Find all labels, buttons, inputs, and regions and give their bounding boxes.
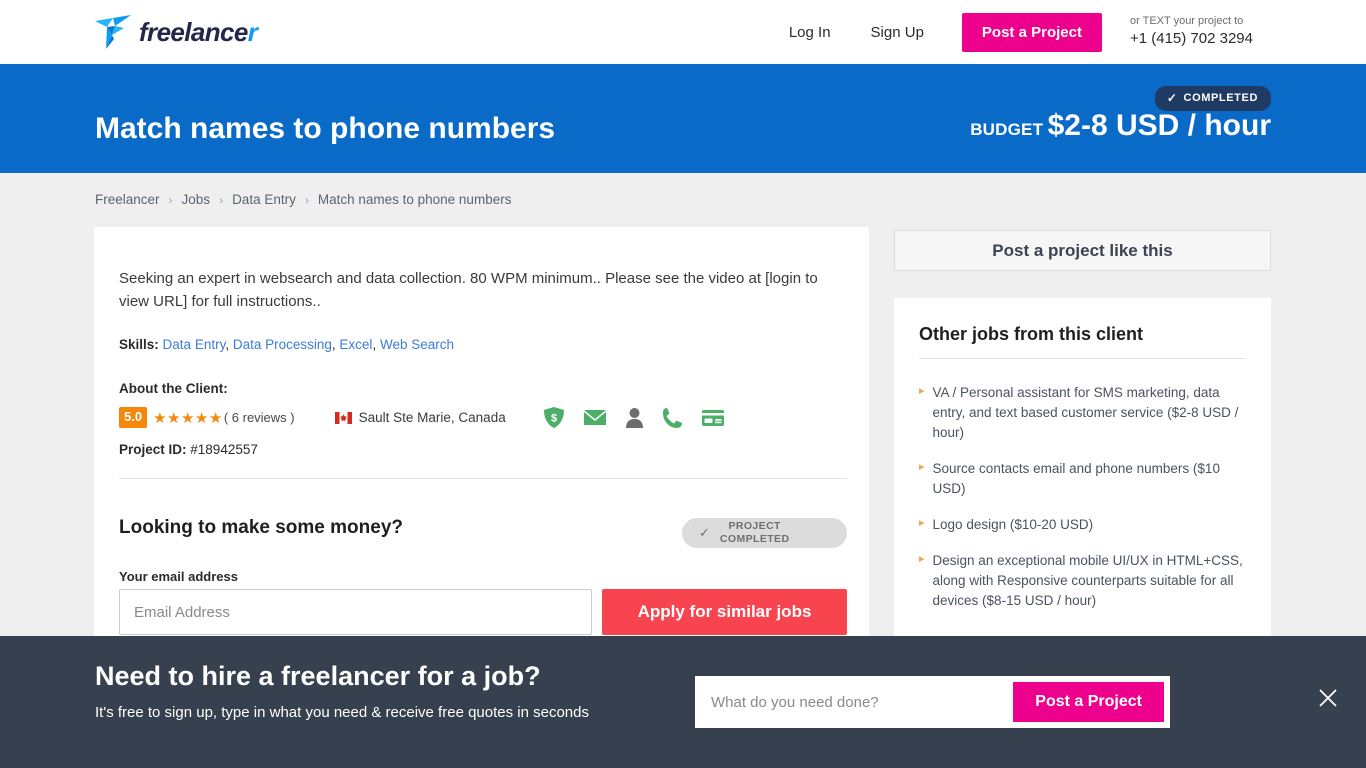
project-completed-label: PROJECT COMPLETED <box>720 520 790 545</box>
close-banner-button[interactable] <box>1313 683 1343 713</box>
list-item[interactable]: ▸ Source contacts email and phone number… <box>919 459 1249 499</box>
apply-for-similar-jobs-button[interactable]: Apply for similar jobs <box>602 589 847 635</box>
banner-post-a-project-button[interactable]: Post a Project <box>1013 682 1164 722</box>
project-details-card: Seeking an expert in websearch and data … <box>94 227 869 637</box>
client-location-label: Sault Ste Marie, Canada <box>358 410 506 425</box>
project-hero-banner: ✓ COMPLETED Match names to phone numbers… <box>0 64 1366 173</box>
about-client-label: About the Client: <box>119 381 228 396</box>
other-job-link[interactable]: Source contacts email and phone numbers … <box>933 459 1249 499</box>
other-jobs-title: Other jobs from this client <box>919 324 1144 344</box>
section-divider <box>119 478 847 479</box>
skills-row: Skills: Data Entry, Data Processing, Exc… <box>119 337 454 352</box>
page-root: freelancer Log In Sign Up Post a Project… <box>0 0 1366 768</box>
post-project-like-this-label: Post a project like this <box>992 240 1173 260</box>
other-jobs-card: Other jobs from this client ▸ VA / Perso… <box>894 298 1271 637</box>
budget-label: BUDGET <box>970 120 1044 139</box>
site-header: freelancer Log In Sign Up Post a Project… <box>0 0 1366 64</box>
bullet-arrow-icon: ▸ <box>919 460 925 473</box>
breadcrumb-item-data-entry[interactable]: Data Entry <box>232 192 296 207</box>
breadcrumb-item-jobs[interactable]: Jobs <box>182 192 211 207</box>
check-icon: ✓ <box>1166 91 1178 105</box>
chevron-right-icon: › <box>168 192 173 207</box>
payment-method-verified-icon <box>701 409 724 426</box>
bullet-arrow-icon: ▸ <box>919 552 925 565</box>
list-item[interactable]: ▸ Design an exceptional mobile UI/UX in … <box>919 551 1249 611</box>
freelancer-bird-icon <box>95 15 131 49</box>
banner-title: Need to hire a freelancer for a job? <box>95 661 541 691</box>
chevron-right-icon: › <box>304 192 309 207</box>
project-description: Seeking an expert in websearch and data … <box>119 270 818 311</box>
payment-verified-shield-icon: $ <box>543 407 564 428</box>
list-item[interactable]: ▸ VA / Personal assistant for SMS market… <box>919 383 1249 443</box>
star-rating-icon: ★★★★★ <box>153 409 223 427</box>
check-icon: ✓ <box>699 525 710 540</box>
text-project-hint: or TEXT your project to <box>1129 15 1244 28</box>
client-verification-icons: $ <box>543 407 724 428</box>
text-project-info: or TEXT your project to +1 (415) 702 329… <box>1130 14 1253 49</box>
hire-freelancer-banner: Need to hire a freelancer for a job? It'… <box>0 636 1366 768</box>
banner-subtitle: It's free to sign up, type in what you n… <box>95 704 589 721</box>
breadcrumb-item-freelancer[interactable]: Freelancer <box>95 192 160 207</box>
text-project-phone[interactable]: +1 (415) 702 3294 <box>1130 29 1253 49</box>
email-field-label: Your email address <box>119 569 238 584</box>
sidebar-divider <box>919 358 1246 359</box>
login-link[interactable]: Log In <box>789 24 831 41</box>
other-job-link[interactable]: VA / Personal assistant for SMS marketin… <box>933 383 1249 443</box>
svg-text:$: $ <box>551 413 557 425</box>
signup-link[interactable]: Sign Up <box>871 24 924 41</box>
budget-amount: $2-8 USD / hour <box>1047 109 1271 142</box>
close-icon <box>1319 689 1337 707</box>
status-badge-label: COMPLETED <box>1183 92 1258 104</box>
skill-tag-data-entry[interactable]: Data Entry <box>163 337 226 352</box>
bullet-arrow-icon: ▸ <box>919 516 925 529</box>
project-id-row: Project ID: #18942557 <box>119 442 258 457</box>
project-id-value: #18942557 <box>190 442 258 457</box>
skill-tag-web-search[interactable]: Web Search <box>380 337 454 352</box>
identity-unverified-person-icon <box>625 407 643 428</box>
banner-search-input[interactable] <box>701 682 1014 722</box>
banner-post-form: Post a Project <box>695 676 1170 728</box>
project-completed-pill: ✓ PROJECT COMPLETED <box>682 518 847 548</box>
other-jobs-list: ▸ VA / Personal assistant for SMS market… <box>919 383 1249 627</box>
apply-section-heading: Looking to make some money? <box>119 517 403 538</box>
post-a-project-button[interactable]: Post a Project <box>961 12 1102 52</box>
review-count: ( 6 reviews ) <box>223 410 295 425</box>
skill-tag-data-processing[interactable]: Data Processing <box>233 337 332 352</box>
other-job-link[interactable]: Logo design ($10-20 USD) <box>933 515 1094 535</box>
client-location: Sault Ste Marie, Canada <box>334 410 506 425</box>
project-id-label: Project ID: <box>119 442 187 457</box>
status-badge: ✓ COMPLETED <box>1154 86 1271 111</box>
client-info-row: 5.0 ★★★★★ ( 6 reviews ) Sault Ste Marie,… <box>119 407 724 428</box>
completed-line-2: COMPLETED <box>719 533 790 545</box>
breadcrumb-item-current: Match names to phone numbers <box>317 192 512 207</box>
rating-score-badge: 5.0 <box>119 407 148 428</box>
chevron-right-icon: › <box>219 192 224 207</box>
list-item[interactable]: ▸ Logo design ($10-20 USD) <box>919 515 1249 535</box>
email-input[interactable] <box>119 589 592 635</box>
canada-flag-icon <box>334 411 352 424</box>
phone-verified-icon <box>662 407 682 428</box>
other-job-link[interactable]: Design an exceptional mobile UI/UX in HT… <box>933 551 1249 611</box>
skill-tag-excel[interactable]: Excel <box>339 337 372 352</box>
email-verified-icon <box>583 410 606 425</box>
bullet-arrow-icon: ▸ <box>919 385 925 397</box>
page-title: Match names to phone numbers <box>95 112 556 145</box>
skills-label: Skills: <box>119 337 159 352</box>
logo-wordmark: freelancer <box>139 16 258 47</box>
breadcrumb: Freelancer › Jobs › Data Entry › Match n… <box>95 192 511 207</box>
header-nav: Log In Sign Up Post a Project or TEXT yo… <box>789 0 1366 64</box>
budget-display: BUDGET $2-8 USD / hour <box>970 109 1271 143</box>
freelancer-logo[interactable]: freelancer <box>93 13 258 51</box>
post-project-like-this-button[interactable]: Post a project like this <box>894 230 1271 271</box>
completed-line-1: PROJECT <box>728 520 781 533</box>
